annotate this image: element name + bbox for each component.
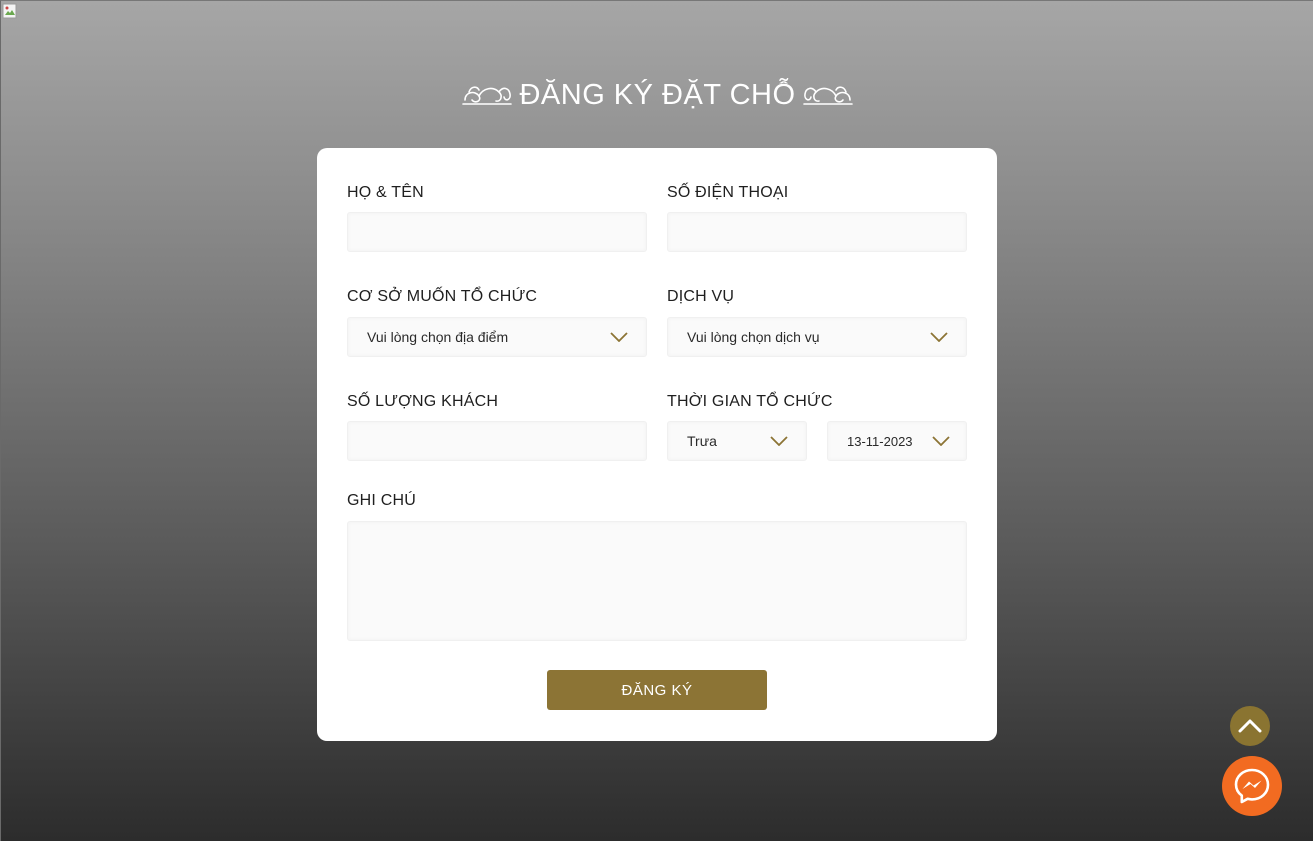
note-textarea[interactable] [347,521,967,641]
chevron-down-icon [610,332,628,342]
scroll-top-button[interactable] [1230,706,1270,746]
venue-select[interactable]: Vui lòng chọn địa điểm [347,317,647,357]
session-select-value: Trưa [687,433,717,449]
section-title: ĐĂNG KÝ ĐẶT CHỖ [1,79,1313,112]
service-select[interactable]: Vui lòng chọn dịch vụ [667,317,967,357]
booking-form: HỌ & TÊN SỐ ĐIỆN THOẠI CƠ SỞ MUỐN TỔ CHỨ… [317,148,997,741]
booking-page: ĐĂNG KÝ ĐẶT CHỖ HỌ & TÊN SỐ ĐIỆN THOẠI C… [0,0,1313,841]
chevron-down-icon [932,436,950,446]
date-select[interactable]: 13-11-2023 [827,421,967,461]
full-name-input[interactable] [347,212,647,252]
messenger-button[interactable] [1222,756,1282,816]
chevron-up-icon [1238,719,1262,733]
venue-select-value: Vui lòng chọn địa điểm [367,329,509,345]
session-select[interactable]: Trưa [667,421,807,461]
broken-image-icon [2,3,17,19]
service-select-value: Vui lòng chọn dịch vụ [687,329,820,345]
messenger-icon [1234,768,1270,804]
full-name-label: HỌ & TÊN [347,184,424,201]
date-select-value: 13-11-2023 [847,433,913,449]
chevron-down-icon [930,332,948,342]
guests-input[interactable] [347,421,647,461]
service-label: DỊCH VỤ [667,288,735,305]
phone-label: SỐ ĐIỆN THOẠI [667,184,789,201]
chevron-down-icon [770,436,788,446]
time-label: THỜI GIAN TỔ CHỨC [667,393,833,410]
guests-label: SỐ LƯỢNG KHÁCH [347,393,499,410]
flourish-ornament-icon [461,82,513,110]
phone-input[interactable] [667,212,967,252]
note-label: GHI CHÚ [347,492,416,509]
flourish-ornament-icon [802,82,854,110]
venue-label: CƠ SỞ MUỐN TỔ CHỨC [347,288,538,305]
page-title: ĐĂNG KÝ ĐẶT CHỖ [519,79,796,111]
submit-button[interactable]: ĐĂNG KÝ [547,670,767,710]
